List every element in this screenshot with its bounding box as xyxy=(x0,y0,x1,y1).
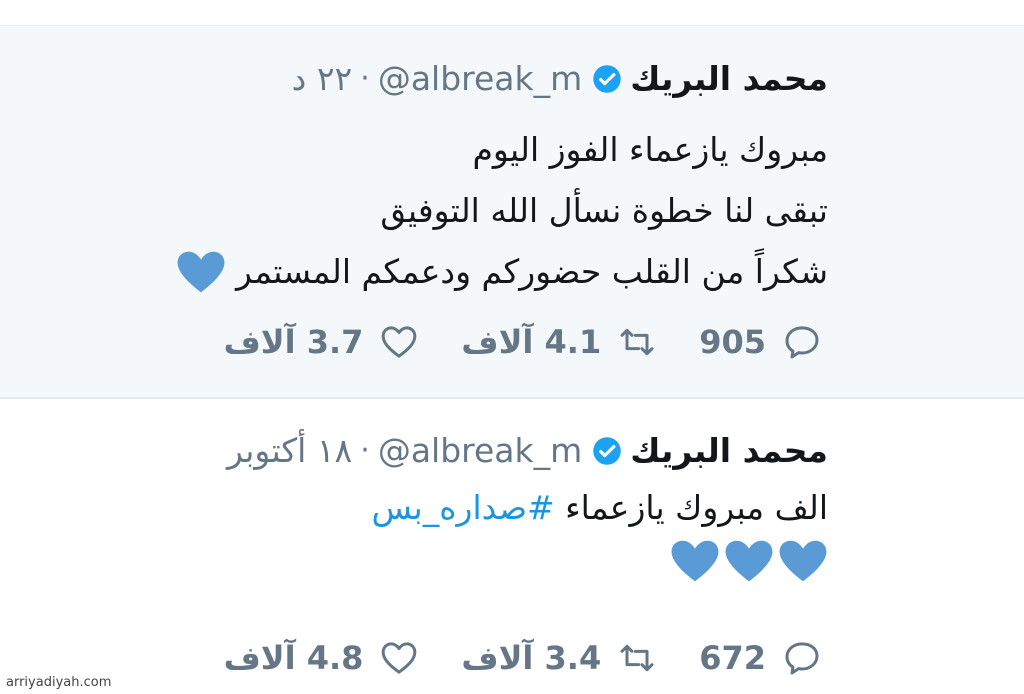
tweet-line-text: شكراً من القلب حضوركم ودعمكم المستمر xyxy=(236,252,828,291)
tweet-line: الف مبروك يازعماء #صداره_بس xyxy=(371,483,828,533)
top-strip xyxy=(0,0,1024,26)
author-name[interactable]: محمد البريك xyxy=(630,431,828,470)
tweet-text: مبروك يازعماء الفوز اليوم تبقى لنا خطوة … xyxy=(176,119,828,302)
separator-dot: · xyxy=(360,433,370,468)
reply-button[interactable]: 672 xyxy=(699,638,824,678)
retweet-count: 3.4 آلاف xyxy=(461,639,602,677)
tweet-line: مبروك يازعماء الفوز اليوم xyxy=(472,130,828,169)
tweet-actions: 905 4.1 آلاف 3.7 آلاف xyxy=(184,322,824,362)
verified-badge-icon xyxy=(593,436,622,465)
tweet-actions: 672 3.4 آلاف 4.8 آلاف xyxy=(184,638,824,678)
author-handle[interactable]: @albreak_m xyxy=(378,59,582,98)
tweet-line: تبقى لنا خطوة نسأل الله التوفيق xyxy=(380,191,828,230)
tweet-time[interactable]: ٢٢ د xyxy=(292,59,353,98)
tweet-line: شكراً من القلب حضوركم ودعمكم المستمر xyxy=(176,241,828,302)
tweet-time[interactable]: ١٨ أكتوبر xyxy=(227,431,352,470)
reply-icon xyxy=(785,642,819,675)
reply-icon xyxy=(785,326,819,359)
like-count: 4.8 آلاف xyxy=(223,639,364,677)
retweet-count: 4.1 آلاف xyxy=(461,323,602,361)
blue-heart-emoji xyxy=(177,251,225,292)
like-button[interactable]: 3.7 آلاف xyxy=(224,322,422,362)
author-handle[interactable]: @albreak_m xyxy=(378,431,582,470)
tweet-1[interactable]: محمد البريك @albreak_m · ٢٢ د مبروك يازع… xyxy=(0,27,1024,399)
author-name[interactable]: محمد البريك xyxy=(630,59,828,98)
tweet-header: محمد البريك @albreak_m · ٢٢ د xyxy=(292,59,828,98)
separator-dot: · xyxy=(360,61,370,96)
retweet-icon xyxy=(620,644,654,672)
like-icon xyxy=(382,326,417,358)
tweet-line-text: الف مبروك يازعماء xyxy=(554,488,828,527)
like-button[interactable]: 4.8 آلاف xyxy=(224,638,422,678)
tweet-text: الف مبروك يازعماء #صداره_بس xyxy=(371,483,828,583)
retweet-button[interactable]: 4.1 آلاف xyxy=(461,322,659,362)
retweet-button[interactable]: 3.4 آلاف xyxy=(461,638,659,678)
verified-badge-icon xyxy=(593,64,622,93)
blue-heart-emoji xyxy=(671,540,719,582)
reply-count: 672 xyxy=(699,639,766,677)
like-count: 3.7 آلاف xyxy=(223,323,364,361)
tweet-header: محمد البريك @albreak_m · ١٨ أكتوبر xyxy=(227,431,828,470)
tweet-2[interactable]: محمد البريك @albreak_m · ١٨ أكتوبر الف م… xyxy=(0,401,1024,694)
source-watermark: arriyadiyah.com xyxy=(6,675,112,690)
blue-heart-emoji xyxy=(779,540,827,582)
hearts-row xyxy=(371,539,828,583)
hashtag-link[interactable]: #صداره_بس xyxy=(371,488,554,527)
reply-button[interactable]: 905 xyxy=(699,322,824,362)
like-icon xyxy=(382,642,417,674)
blue-heart-emoji xyxy=(725,540,773,582)
retweet-icon xyxy=(620,328,654,356)
reply-count: 905 xyxy=(699,323,766,361)
